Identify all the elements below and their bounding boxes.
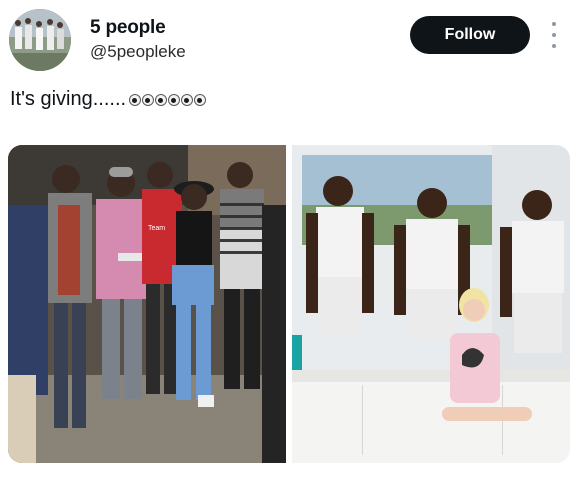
tweet-text: It's giving...... [10, 88, 207, 111]
eyes-icon [181, 93, 194, 106]
follow-button[interactable]: Follow [410, 16, 530, 54]
avatar[interactable] [9, 9, 71, 71]
eyes-icon [142, 93, 155, 106]
eyes-emoji-group [129, 93, 207, 106]
shirt-text: Team [148, 225, 165, 232]
display-name[interactable]: 5 people [90, 17, 166, 39]
photo-group-indoor[interactable] [292, 145, 570, 463]
photo-group-street[interactable]: Team [8, 145, 286, 463]
eyes-icon [129, 93, 142, 106]
eyes-icon [155, 93, 168, 106]
eyes-icon [168, 93, 181, 106]
more-options-icon[interactable] [546, 22, 562, 48]
tweet-card: 5 people @5peopleke Follow It's giving..… [0, 0, 580, 478]
media-grid: Team [8, 145, 570, 463]
user-handle[interactable]: @5peopleke [90, 42, 186, 62]
eyes-icon [194, 93, 207, 106]
tweet-body: It's giving...... [10, 88, 127, 110]
